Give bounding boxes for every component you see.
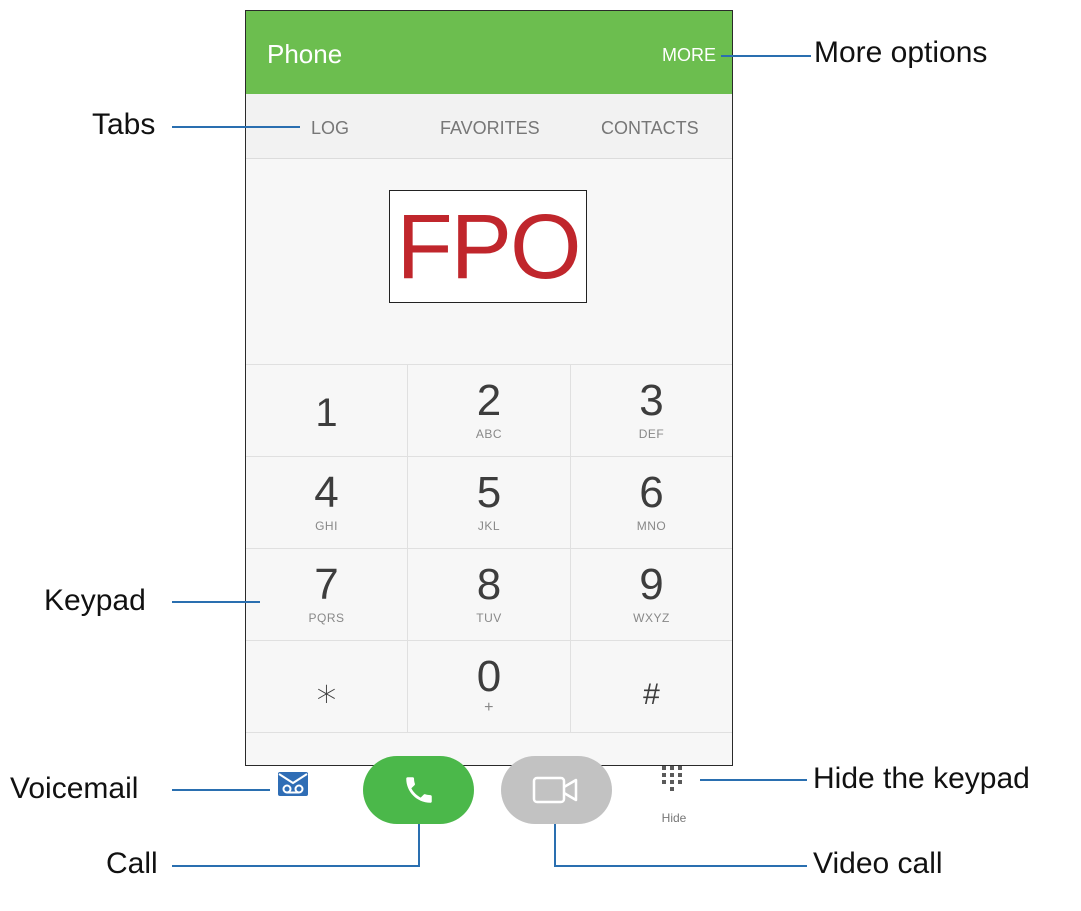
key-letters: WXYZ	[633, 611, 670, 625]
tab-contacts[interactable]: CONTACTS	[601, 118, 699, 139]
key-digit: 4	[314, 468, 339, 517]
key-hash[interactable]: #	[571, 641, 732, 733]
key-digit: 2	[476, 376, 502, 425]
voicemail-icon[interactable]	[277, 771, 309, 797]
callout-voicemail: Voicemail	[10, 772, 139, 805]
callout-more-options: More options	[814, 36, 988, 69]
callout-line-hide-keypad	[700, 779, 807, 781]
key-5[interactable]: 5 JKL	[408, 457, 571, 549]
tab-favorites[interactable]: FAVORITES	[440, 118, 540, 139]
key-letters: GHI	[315, 519, 338, 533]
key-4[interactable]: 4 GHI	[246, 457, 408, 549]
key-6[interactable]: 6 MNO	[571, 457, 732, 549]
keypad: 1 2 ABC 3 DEF 4 GHI 5 JKL 6 MNO 7 PQRS 8 TUV 9 W…	[246, 364, 732, 733]
app-title: Phone	[267, 39, 343, 69]
callout-line-more-options	[721, 55, 811, 57]
callout-tabs: Tabs	[92, 108, 156, 141]
fpo-placeholder: FPO	[389, 190, 587, 303]
callout-line-call-v	[418, 824, 420, 866]
callout-hide-keypad: Hide the keypad	[813, 762, 1030, 795]
call-button[interactable]	[363, 756, 474, 824]
video-call-button[interactable]	[501, 756, 612, 824]
key-digit: 1	[315, 391, 338, 435]
key-2[interactable]: 2 ABC	[408, 365, 571, 457]
key-letters: DEF	[638, 427, 665, 441]
key-digit: 9	[639, 560, 664, 609]
key-letters: PQRS	[308, 611, 345, 625]
callout-call: Call	[106, 847, 158, 880]
key-digit: #	[643, 678, 660, 711]
tab-bar: LOG FAVORITES CONTACTS	[246, 94, 732, 159]
hide-keypad-button[interactable]: Hide	[652, 764, 696, 825]
key-letters: +	[484, 699, 494, 716]
tab-log[interactable]: LOG	[311, 118, 349, 139]
key-letters: TUV	[476, 611, 502, 625]
callout-line-video-v	[554, 824, 556, 866]
callout-line-tabs	[172, 126, 300, 128]
key-letters: MNO	[636, 519, 667, 533]
key-digit: 3	[639, 376, 664, 425]
number-display: FPO	[246, 159, 732, 364]
video-camera-icon	[532, 776, 578, 804]
hide-label: Hide	[661, 811, 687, 825]
callout-line-video-h	[554, 865, 807, 867]
app-bar: Phone MORE	[246, 11, 732, 94]
key-letters: ABC	[475, 427, 503, 441]
key-star[interactable]: ⁎	[246, 641, 408, 733]
key-digit: 6	[639, 468, 664, 517]
key-8[interactable]: 8 TUV	[408, 549, 571, 641]
key-0[interactable]: 0 +	[408, 641, 571, 733]
more-options-button[interactable]: MORE	[662, 45, 716, 66]
callout-video-call: Video call	[813, 847, 943, 880]
key-digit: 7	[314, 560, 339, 609]
callout-line-voicemail	[172, 789, 270, 791]
callout-keypad: Keypad	[44, 584, 146, 617]
key-digit: 0	[476, 652, 502, 701]
key-digit: ⁎	[316, 667, 337, 711]
key-digit: 8	[476, 560, 502, 609]
callout-line-keypad	[172, 601, 260, 603]
key-3[interactable]: 3 DEF	[571, 365, 732, 457]
key-9[interactable]: 9 WXYZ	[571, 549, 732, 641]
phone-icon	[406, 777, 432, 803]
key-letters: JKL	[477, 519, 501, 533]
phone-screen: Phone MORE LOG FAVORITES CONTACTS FPO 1 …	[245, 10, 733, 766]
key-1[interactable]: 1	[246, 365, 408, 457]
callout-line-call-h	[172, 865, 420, 867]
key-7[interactable]: 7 PQRS	[246, 549, 408, 641]
key-digit: 5	[476, 468, 502, 517]
keypad-grid-icon	[662, 766, 682, 791]
